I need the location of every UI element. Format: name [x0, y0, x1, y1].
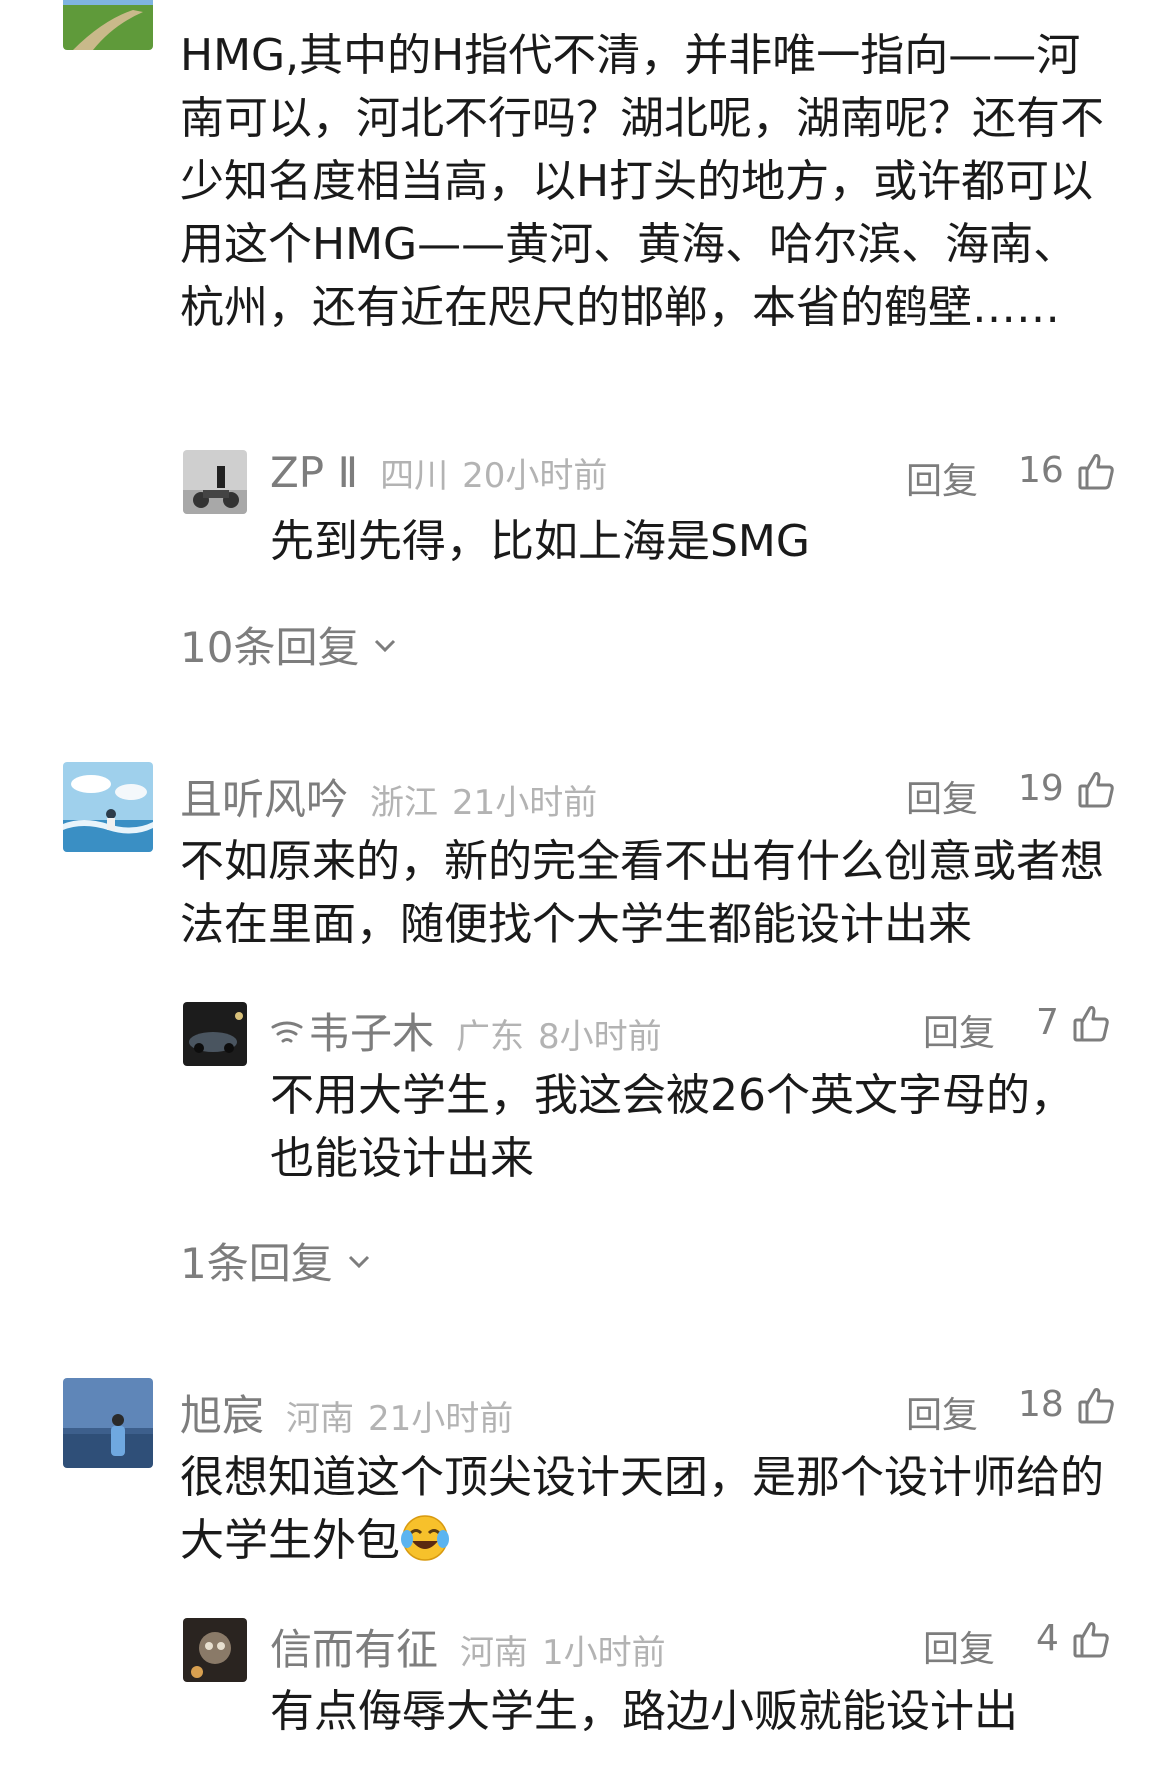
thumbs-up-icon	[1073, 1005, 1109, 1041]
username[interactable]: 且听风吟	[180, 766, 348, 827]
like-count: 18	[1018, 1384, 1064, 1425]
timestamp: 1小时前	[542, 1633, 666, 1673]
like-button[interactable]: 7	[1036, 1002, 1109, 1043]
username[interactable]: 韦子木	[308, 1000, 434, 1061]
wifi-badge-icon	[271, 1021, 303, 1042]
thumbs-up-icon	[1078, 771, 1114, 807]
reply-text: 先到先得，比如上海是SMG	[270, 516, 810, 567]
more-replies-label: 1条回复	[180, 1239, 333, 1288]
like-count: 4	[1036, 1618, 1059, 1659]
like-button[interactable]: 18	[1018, 1384, 1114, 1425]
comment-meta: 旭宸 河南 21小时前	[180, 1382, 513, 1443]
username[interactable]: ZP Ⅱ	[270, 448, 358, 497]
comment-text: HMG,其中的H指代不清，并非唯一指向——河南可以，河北不行吗？湖北呢，湖南呢？…	[180, 30, 1104, 333]
crying-laughing-emoji	[401, 1515, 449, 1561]
comment-text-content: 很想知道这个顶尖设计天团，是那个设计师给的大学生外包	[180, 1452, 1104, 1566]
location: 浙江	[370, 783, 439, 823]
chevron-down-icon	[348, 1255, 369, 1268]
reply-text: 有点侮辱大学生，路边小贩就能设计出	[270, 1686, 1018, 1737]
more-replies-label: 10条回复	[180, 623, 360, 672]
avatar[interactable]	[183, 1002, 247, 1066]
more-replies-button[interactable]: 1条回复	[180, 1230, 371, 1291]
like-button[interactable]: 16	[1018, 450, 1114, 491]
reply-button[interactable]: 回复	[906, 770, 978, 822]
reply-meta: 信而有征 河南 1小时前	[270, 1616, 666, 1677]
comment-meta: 且听风吟 浙江 21小时前	[180, 766, 597, 827]
timestamp: 8小时前	[538, 1017, 662, 1057]
avatar[interactable]	[183, 1618, 247, 1682]
reply-meta: ZP Ⅱ 四川 20小时前	[270, 448, 607, 497]
timestamp: 20小时前	[462, 456, 608, 496]
thumbs-up-icon	[1073, 1621, 1109, 1657]
like-count: 19	[1018, 768, 1064, 809]
timestamp: 21小时前	[368, 1399, 514, 1439]
username[interactable]: 旭宸	[180, 1382, 264, 1443]
thumbs-up-icon	[1078, 1387, 1114, 1423]
chevron-down-icon	[375, 639, 396, 652]
location: 河南	[286, 1399, 355, 1439]
reply-button[interactable]: 回复	[906, 1386, 978, 1438]
reply-button[interactable]: 回复	[906, 452, 978, 504]
avatar[interactable]	[63, 0, 153, 50]
reply-text: 不用大学生，我这会被26个英文字母的，也能设计出来	[270, 1070, 1074, 1184]
reply-meta: 韦子木 广东 8小时前	[270, 1000, 662, 1061]
location: 河南	[460, 1633, 529, 1673]
timestamp: 21小时前	[452, 783, 598, 823]
comment-text: 很想知道这个顶尖设计天团，是那个设计师给的大学生外包	[180, 1446, 1110, 1572]
avatar[interactable]	[183, 450, 247, 514]
reply-button[interactable]: 回复	[923, 1004, 995, 1056]
reply-button[interactable]: 回复	[923, 1620, 995, 1672]
location: 四川	[380, 456, 449, 496]
like-count: 16	[1018, 450, 1064, 491]
more-replies-button[interactable]: 10条回复	[180, 614, 397, 675]
like-button[interactable]: 19	[1018, 768, 1114, 809]
username[interactable]: 信而有征	[270, 1616, 438, 1677]
location: 广东	[456, 1017, 525, 1057]
comment-text: 不如原来的，新的完全看不出有什么创意或者想法在里面，随便找个大学生都能设计出来	[180, 836, 1104, 950]
avatar[interactable]	[63, 762, 153, 852]
avatar[interactable]	[63, 1378, 153, 1468]
like-count: 7	[1036, 1002, 1059, 1043]
thumbs-up-icon	[1078, 453, 1114, 489]
like-button[interactable]: 4	[1036, 1618, 1109, 1659]
